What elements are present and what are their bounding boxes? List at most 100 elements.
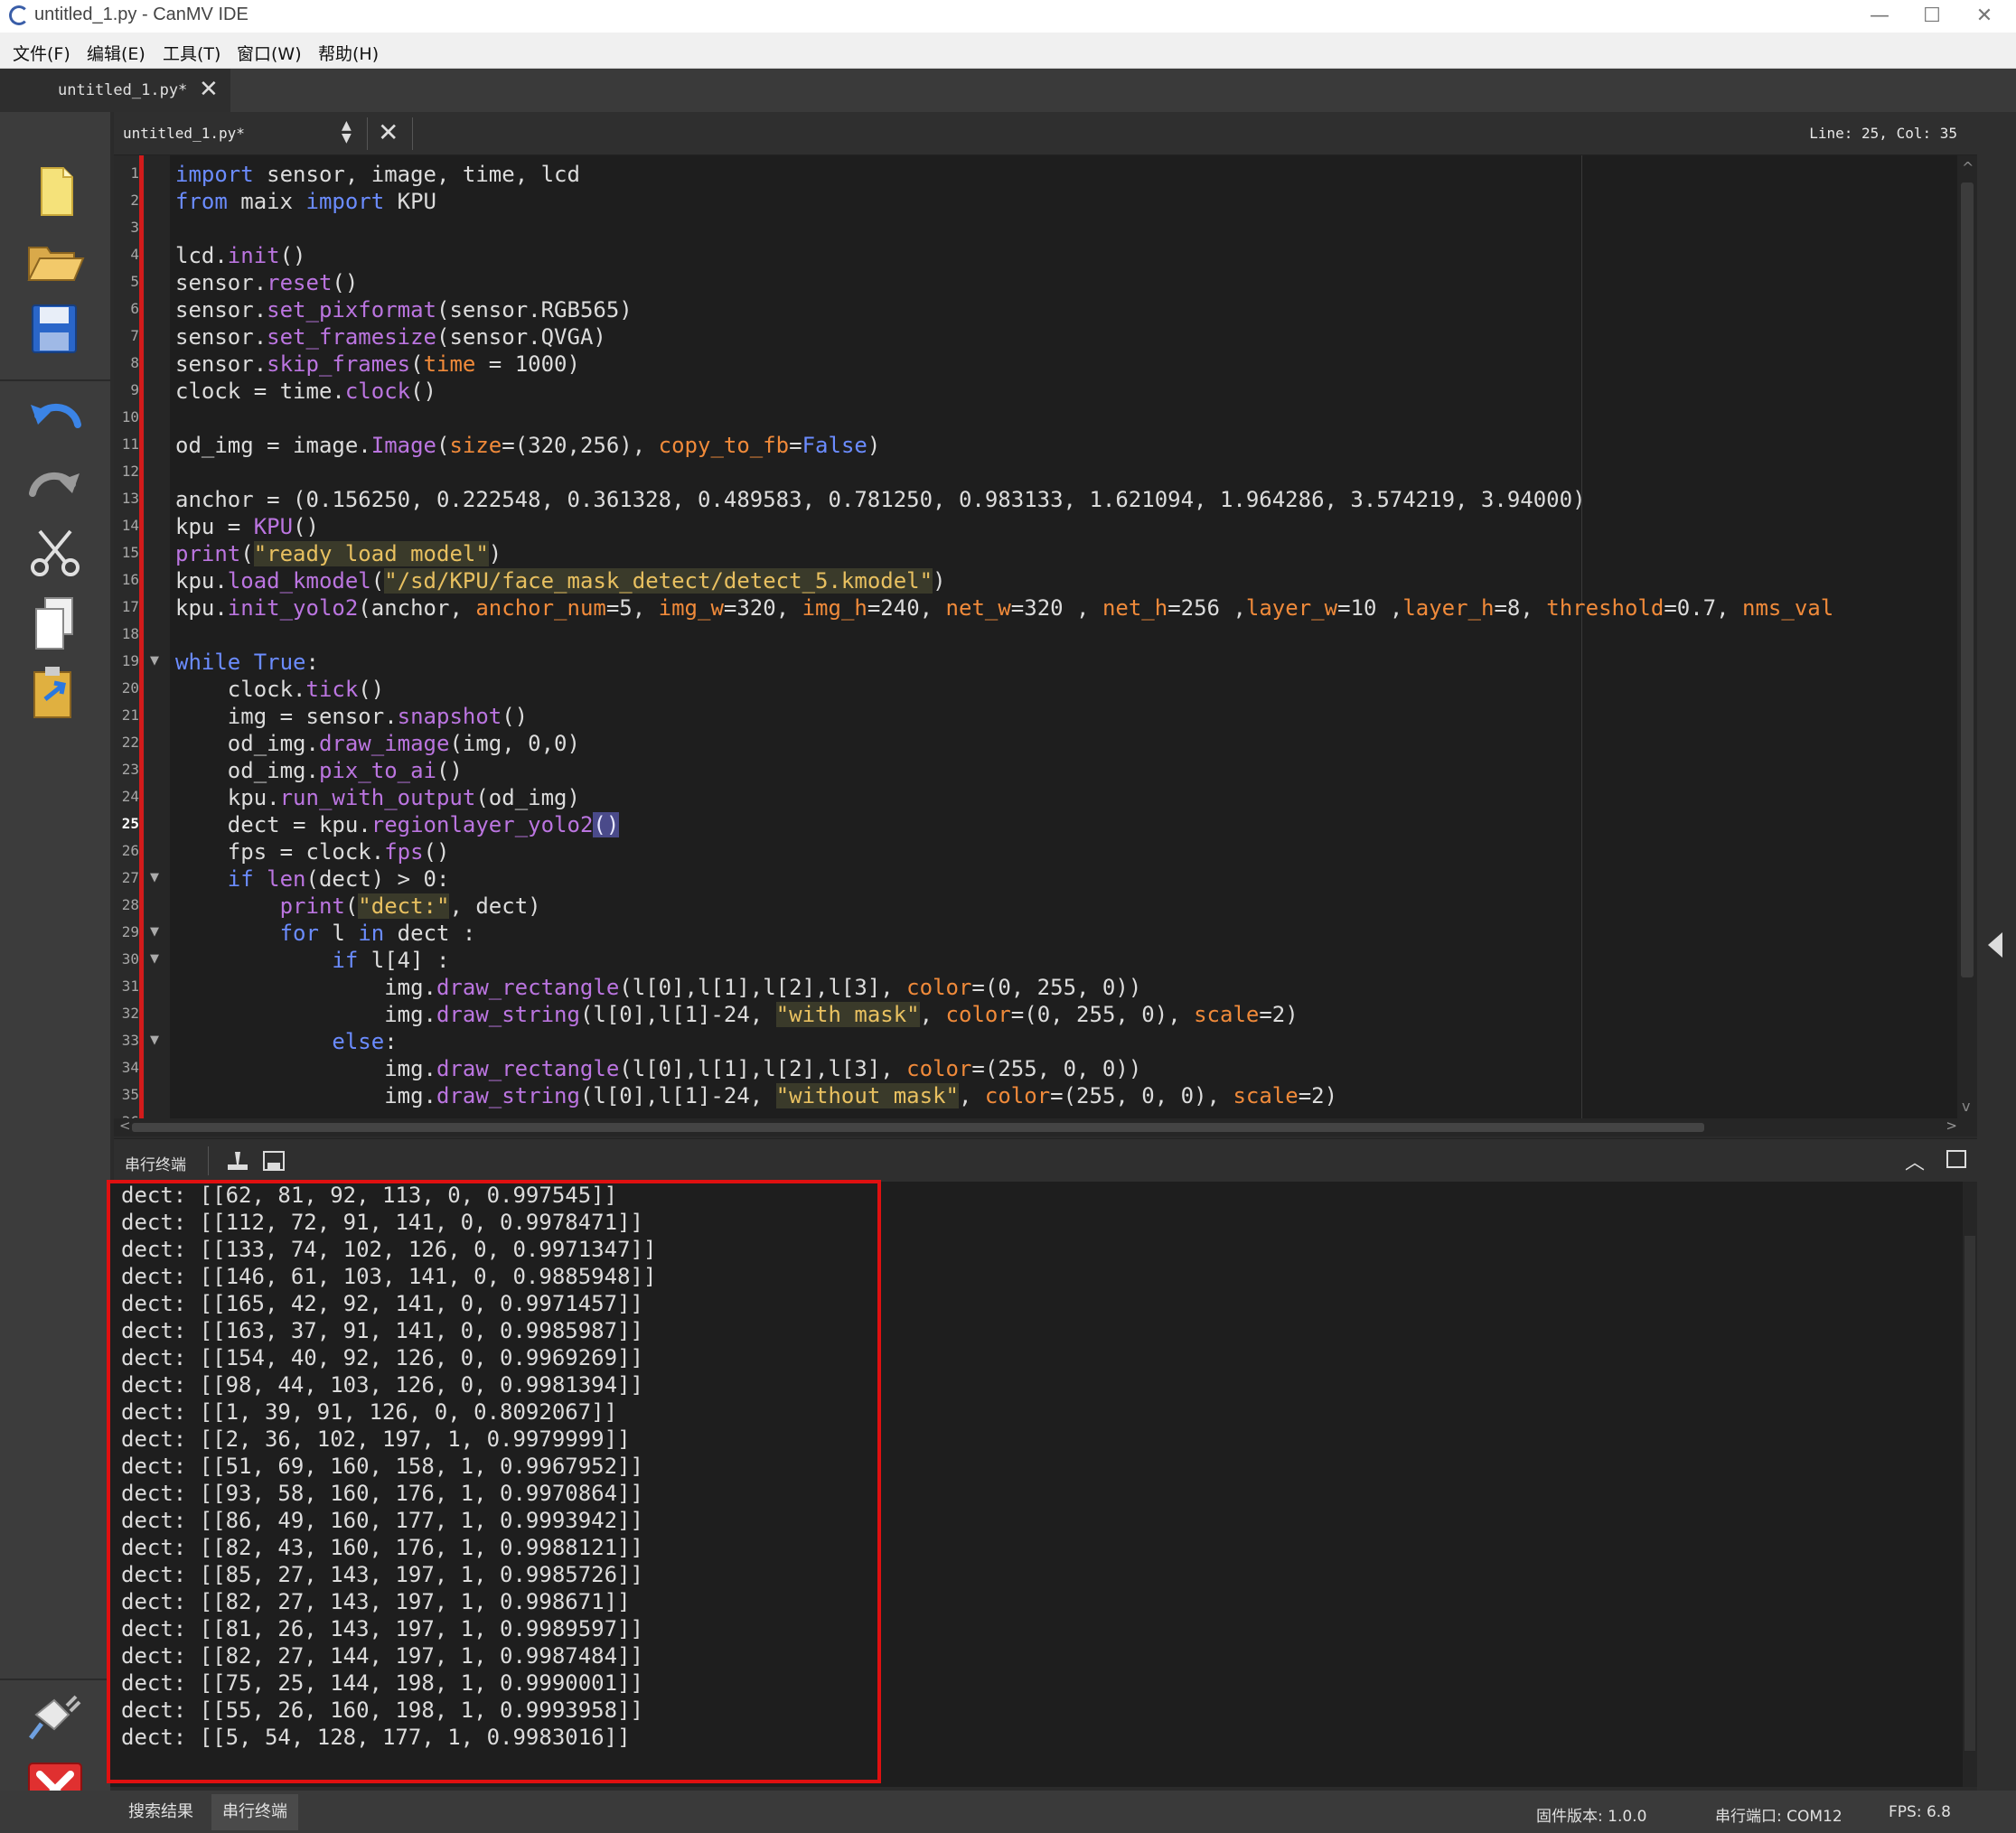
- code-token: (): [358, 677, 385, 702]
- code-token: fps = clock.: [175, 839, 385, 865]
- copy-icon[interactable]: [23, 594, 87, 652]
- code-line[interactable]: 19 ▼ while True:: [114, 649, 1977, 676]
- scroll-right-icon[interactable]: >: [1946, 1118, 1957, 1134]
- redo-icon[interactable]: [23, 457, 87, 515]
- code-line[interactable]: 17 kpu.init_yolo2(anchor, anchor_num=5, i…: [114, 594, 1977, 622]
- close-document-icon[interactable]: ✕: [378, 117, 399, 147]
- editor-horizontal-scrollbar[interactable]: < >: [114, 1118, 1977, 1136]
- code-line[interactable]: 18: [114, 622, 1977, 649]
- file-selector-arrows-icon[interactable]: ▲ ▼: [342, 119, 352, 145]
- new-file-icon[interactable]: [23, 163, 87, 220]
- code-line[interactable]: 7 sensor.set_framesize(sensor.QVGA): [114, 323, 1977, 351]
- minimize-panel-icon[interactable]: [1946, 1150, 1966, 1168]
- connect-plug-icon[interactable]: [23, 1688, 87, 1745]
- code-token: time: [423, 351, 476, 377]
- scrollbar-thumb[interactable]: [1964, 1236, 1975, 1751]
- code-line[interactable]: 6 sensor.set_pixformat(sensor.RGB565): [114, 296, 1977, 323]
- paste-icon[interactable]: [23, 663, 87, 721]
- code-line[interactable]: 4 lcd.init(): [114, 242, 1977, 269]
- code-line[interactable]: 16 kpu.load_kmodel("/sd/KPU/face_mask_det…: [114, 567, 1977, 594]
- code-line[interactable]: 14 kpu = KPU(): [114, 513, 1977, 540]
- expand-panel-icon[interactable]: [1988, 932, 2002, 958]
- scrollbar-thumb[interactable]: [132, 1123, 1704, 1132]
- fold-toggle-icon[interactable]: ▼: [150, 952, 159, 966]
- code-line[interactable]: 22 od_img.draw_image(img, 0,0): [114, 730, 1977, 757]
- code-line[interactable]: 1 import sensor, image, time, lcd: [114, 161, 1977, 188]
- tab-search-results[interactable]: 搜索结果: [117, 1794, 204, 1830]
- code-token: img.: [175, 1056, 436, 1081]
- code-line[interactable]: 31 img.draw_rectangle(l[0],l[1],l[2],l[3…: [114, 974, 1977, 1001]
- code-line[interactable]: 24 kpu.run_with_output(od_img): [114, 784, 1977, 811]
- code-token: ,: [958, 1083, 985, 1108]
- code-line[interactable]: 25 dect = kpu.regionlayer_yolo2(): [114, 811, 1977, 838]
- code-editor[interactable]: 1 import sensor, image, time, lcd 2 from ma…: [114, 155, 1977, 1118]
- terminal-scrollbar[interactable]: [1963, 1182, 1977, 1787]
- minimize-button[interactable]: —: [1852, 2, 1907, 31]
- menu-bar: 文件(F) 编辑(E) 工具(T) 窗口(W) 帮助(H): [0, 33, 2016, 69]
- menu-edit[interactable]: 编辑(E): [87, 41, 145, 65]
- code-line[interactable]: 28 print("dect:", dect): [114, 893, 1977, 920]
- code-token: =10 ,: [1337, 595, 1403, 621]
- menu-window[interactable]: 窗口(W): [237, 41, 302, 65]
- line-number: 32: [121, 1005, 139, 1022]
- code-token: (: [410, 351, 424, 377]
- cut-icon[interactable]: [23, 526, 87, 584]
- code-line[interactable]: 13 anchor = (0.156250, 0.222548, 0.361328…: [114, 486, 1977, 513]
- code-token: set_pixformat: [267, 297, 436, 323]
- line-number: 25: [121, 815, 139, 832]
- save-terminal-icon[interactable]: [260, 1148, 287, 1174]
- toolbar-separator: [0, 1679, 110, 1680]
- code-line[interactable]: 11 od_img = image.Image(size=(320,256), c…: [114, 432, 1977, 459]
- code-line[interactable]: 5 sensor.reset(): [114, 269, 1977, 296]
- code-line[interactable]: 23 od_img.pix_to_ai(): [114, 757, 1977, 784]
- scroll-down-icon[interactable]: v: [1962, 1098, 1970, 1115]
- editor-vertical-scrollbar[interactable]: ^ v: [1957, 155, 1977, 1118]
- menu-help[interactable]: 帮助(H): [318, 41, 379, 65]
- menu-file[interactable]: 文件(F): [13, 41, 70, 65]
- code-line[interactable]: 21 img = sensor.snapshot(): [114, 703, 1977, 730]
- fold-toggle-icon[interactable]: ▼: [150, 871, 159, 884]
- code-line[interactable]: 32 img.draw_string(l[0],l[1]-24, "with m…: [114, 1001, 1977, 1028]
- line-number: 7: [130, 327, 139, 344]
- undo-icon[interactable]: [23, 388, 87, 446]
- scroll-up-icon[interactable]: ^: [1962, 159, 1974, 176]
- chevron-up-icon[interactable]: ︿: [1905, 1146, 1925, 1175]
- code-line[interactable]: 29 ▼ for l in dect :: [114, 920, 1977, 947]
- code-line[interactable]: 30 ▼ if l[4] :: [114, 947, 1977, 974]
- code-line[interactable]: 15 print("ready load model"): [114, 540, 1977, 567]
- separator: [367, 117, 368, 150]
- scroll-left-icon[interactable]: <: [119, 1118, 131, 1134]
- fold-toggle-icon[interactable]: ▼: [150, 925, 159, 939]
- code-line[interactable]: 2 from maix import KPU: [114, 188, 1977, 215]
- code-line[interactable]: 33 ▼ else:: [114, 1028, 1977, 1055]
- code-line[interactable]: 34 img.draw_rectangle(l[0],l[1],l[2],l[3…: [114, 1055, 1977, 1082]
- clear-terminal-icon[interactable]: [224, 1148, 251, 1174]
- tab-serial-terminal[interactable]: 串行终端: [211, 1794, 298, 1830]
- code-line[interactable]: 10: [114, 405, 1977, 432]
- code-line[interactable]: 35 img.draw_string(l[0],l[1]-24, "withou…: [114, 1082, 1977, 1109]
- code-token: =240,: [867, 595, 946, 621]
- close-tab-icon[interactable]: ✕: [199, 76, 219, 103]
- code-line[interactable]: 26 fps = clock.fps(): [114, 838, 1977, 865]
- code-line[interactable]: 36: [114, 1109, 1977, 1118]
- maximize-button[interactable]: ☐: [1905, 2, 1959, 31]
- code-line[interactable]: 12: [114, 459, 1977, 486]
- save-file-icon[interactable]: [23, 300, 87, 358]
- close-window-button[interactable]: ✕: [1957, 2, 2011, 31]
- code-line[interactable]: 20 clock.tick(): [114, 676, 1977, 703]
- open-file-icon[interactable]: [23, 231, 87, 289]
- code-token: (sensor.RGB565): [436, 297, 633, 323]
- code-token: ): [933, 568, 946, 594]
- code-line[interactable]: 3: [114, 215, 1977, 242]
- code-token: nms_val: [1742, 595, 1834, 621]
- file-selector[interactable]: untitled_1.py*: [123, 125, 245, 142]
- code-line[interactable]: 27 ▼ if len(dect) > 0:: [114, 865, 1977, 893]
- scrollbar-thumb[interactable]: [1961, 182, 1974, 977]
- fold-toggle-icon[interactable]: ▼: [150, 654, 159, 668]
- fold-toggle-icon[interactable]: ▼: [150, 1033, 159, 1047]
- code-line[interactable]: 9 clock = time.clock(): [114, 378, 1977, 405]
- document-tab[interactable]: untitled_1.py* ✕: [0, 69, 230, 112]
- code-line[interactable]: 8 sensor.skip_frames(time = 1000): [114, 351, 1977, 378]
- menu-tools[interactable]: 工具(T): [163, 41, 220, 65]
